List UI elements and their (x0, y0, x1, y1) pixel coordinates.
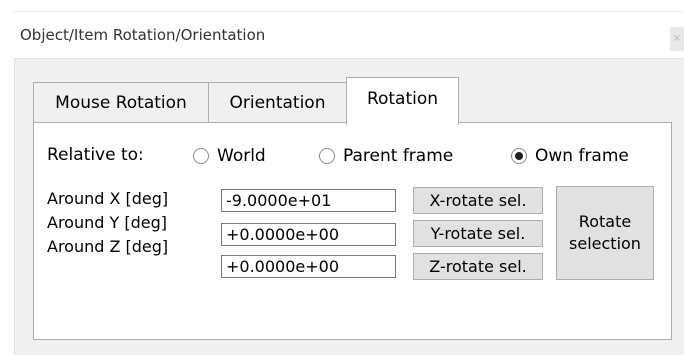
tab-orientation[interactable]: Orientation (208, 82, 347, 123)
radio-circle-icon (193, 148, 209, 164)
rotate-button-line1: Rotate (578, 212, 632, 231)
x-rotate-button[interactable]: X-rotate sel. (413, 187, 543, 214)
tab-label: Mouse Rotation (55, 93, 187, 113)
radio-own-frame[interactable]: Own frame (511, 146, 629, 166)
around-y-input[interactable] (221, 223, 396, 246)
top-separator (14, 11, 684, 12)
rotate-selection-button[interactable]: Rotate selection (556, 186, 654, 280)
rotate-button-line2: selection (569, 234, 641, 253)
radio-circle-icon (319, 148, 335, 164)
radio-label: Own frame (535, 146, 629, 166)
window-title: Object/Item Rotation/Orientation (20, 26, 266, 44)
tab-label: Orientation (229, 93, 326, 113)
tab-rotation[interactable]: Rotation (346, 77, 459, 125)
around-x-label: Around X [deg] (47, 189, 169, 208)
z-rotate-button[interactable]: Z-rotate sel. (413, 253, 543, 280)
y-rotate-button[interactable]: Y-rotate sel. (413, 220, 543, 247)
relative-to-label: Relative to: (47, 145, 144, 165)
around-z-label: Around Z [deg] (47, 237, 169, 256)
radio-label: Parent frame (343, 146, 454, 166)
around-z-input[interactable] (221, 255, 396, 278)
radio-checked-icon (511, 148, 527, 164)
tab-label: Rotation (366, 88, 439, 109)
tab-mouse-rotation[interactable]: Mouse Rotation (33, 82, 209, 123)
around-y-label: Around Y [deg] (47, 213, 167, 232)
radio-parent-frame[interactable]: Parent frame (319, 146, 453, 166)
radio-world[interactable]: World (193, 146, 266, 166)
radio-label: World (217, 146, 266, 166)
around-x-input[interactable] (221, 189, 396, 212)
close-icon[interactable]: × (670, 27, 684, 51)
